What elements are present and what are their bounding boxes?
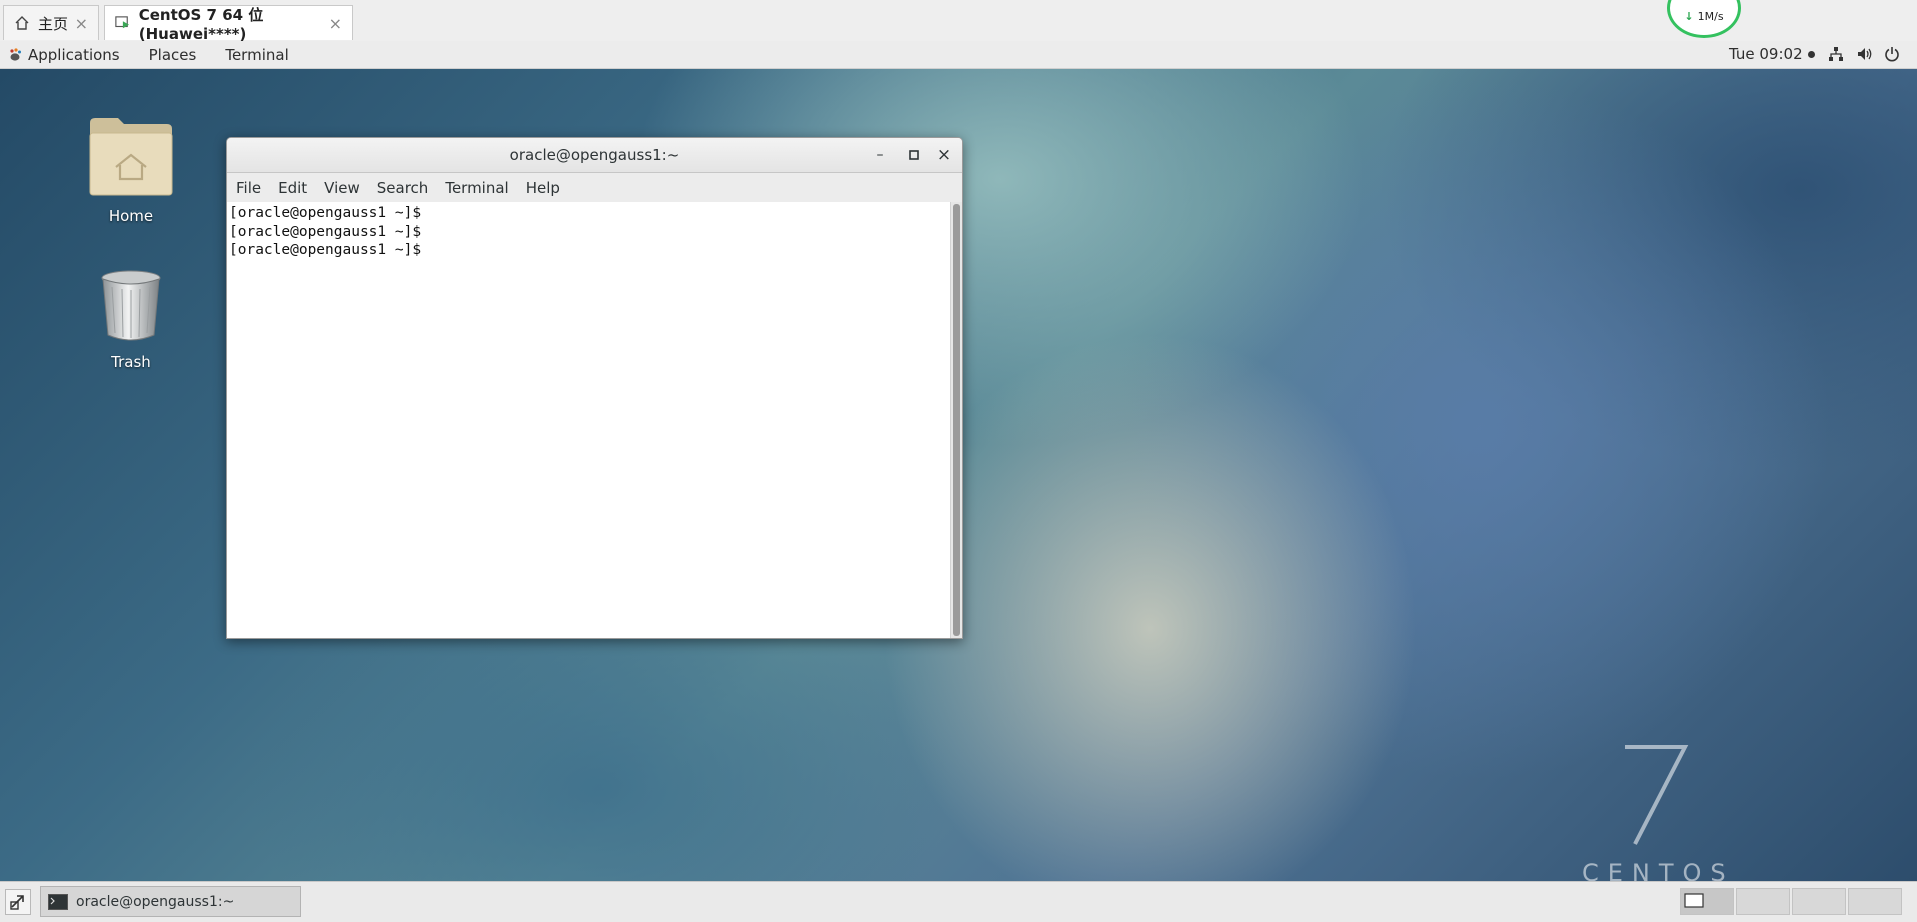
network-icon[interactable]	[1828, 46, 1844, 62]
terminal-scrollbar[interactable]	[950, 202, 962, 638]
home-folder-icon	[89, 118, 173, 196]
download-arrow-icon: ↓	[1684, 10, 1694, 23]
show-desktop-button[interactable]	[5, 889, 31, 915]
workspace-1[interactable]	[1680, 888, 1734, 915]
terminal-menu-bar: File Edit View Search Terminal Help	[227, 173, 962, 203]
terminal-line: [oracle@opengauss1 ~]$	[229, 205, 422, 221]
terminal-app-menu[interactable]: Terminal	[225, 46, 288, 64]
tab-home-label: 主页	[38, 14, 69, 33]
terminal-line: [oracle@opengauss1 ~]$	[229, 242, 422, 258]
applications-menu[interactable]: Applications	[8, 46, 120, 64]
gnome-foot-icon	[10, 47, 21, 61]
workspace-4[interactable]	[1848, 888, 1902, 915]
net-speed-indicator: ↓ 1M/s	[1667, 0, 1741, 38]
volume-icon[interactable]	[1856, 46, 1874, 62]
taskbar-window-label: oracle@opengauss1:~	[76, 893, 235, 910]
top-panel: Applications Places Terminal Tue 09:02	[0, 41, 1917, 69]
power-icon[interactable]	[1884, 46, 1900, 62]
desktop-icon-trash[interactable]: Trash	[71, 269, 191, 371]
terminal-title: oracle@opengauss1:~	[509, 146, 680, 164]
clock-label: Tue 09:02	[1729, 45, 1803, 63]
menu-view[interactable]: View	[324, 179, 360, 197]
centos-seven-watermark	[1625, 745, 1689, 845]
trash-icon	[101, 270, 161, 341]
vm-play-icon	[115, 16, 129, 29]
terminal-output[interactable]: [oracle@opengauss1 ~]$ [oracle@opengauss…	[227, 202, 951, 638]
workspace-3[interactable]	[1792, 888, 1846, 915]
tab-home[interactable]: 主页 ×	[3, 5, 99, 40]
centos-watermark-text: CENTOS	[1582, 859, 1735, 881]
taskbar-window-terminal[interactable]: oracle@opengauss1:~	[40, 886, 301, 917]
terminal-line: [oracle@opengauss1 ~]$	[229, 223, 422, 240]
desktop-icon-home[interactable]: Home	[71, 115, 191, 225]
tab-centos-vm[interactable]: CentOS 7 64 位(Huawei****) ×	[104, 5, 353, 43]
terminal-icon	[48, 893, 68, 910]
close-icon[interactable]: ×	[329, 14, 342, 33]
menu-search[interactable]: Search	[377, 179, 429, 197]
menu-help[interactable]: Help	[526, 179, 560, 197]
bottom-panel: oracle@opengauss1:~	[0, 881, 1917, 922]
menu-file[interactable]: File	[236, 179, 261, 197]
workspace-2[interactable]	[1736, 888, 1790, 915]
menu-edit[interactable]: Edit	[278, 179, 307, 197]
scrollbar-thumb[interactable]	[953, 204, 960, 636]
net-speed-value: 1M/s	[1697, 10, 1724, 23]
applications-label: Applications	[28, 45, 120, 64]
minimize-icon[interactable]: –	[868, 138, 892, 172]
notification-dot-icon	[1807, 51, 1815, 58]
places-menu[interactable]: Places	[149, 46, 197, 64]
close-icon[interactable]: ×	[75, 14, 88, 33]
close-icon[interactable]: ×	[932, 138, 956, 172]
terminal-window[interactable]: oracle@opengauss1:~ – × File Edit View S…	[226, 137, 963, 639]
menu-terminal[interactable]: Terminal	[445, 179, 508, 197]
maximize-icon[interactable]	[902, 138, 926, 172]
desktop-icon-home-label: Home	[108, 207, 154, 225]
workspace-window-icon	[1684, 893, 1704, 908]
terminal-title-bar[interactable]: oracle@opengauss1:~ – ×	[227, 138, 962, 173]
home-icon	[15, 16, 29, 30]
show-desktop-icon	[10, 895, 24, 910]
vm-tab-bar: 主页 × CentOS 7 64 位(Huawei****) × ↓ 1M/s	[0, 0, 1917, 43]
tab-centos-label: CentOS 7 64 位(Huawei****)	[138, 5, 264, 43]
clock[interactable]: Tue 09:02	[1729, 45, 1815, 63]
desktop-icon-trash-label: Trash	[111, 353, 151, 371]
